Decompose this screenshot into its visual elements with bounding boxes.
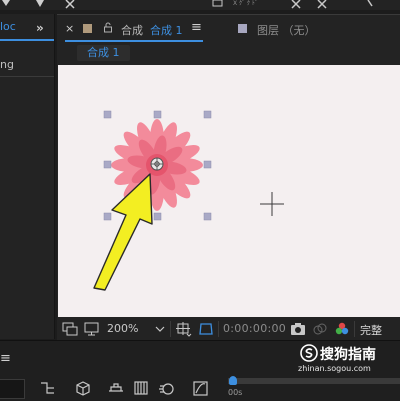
composition-tab-name[interactable]: 合成 1: [150, 22, 183, 38]
handle-middle-left: [103, 160, 112, 169]
toolbar-icons: X ｸﾞ ｸ ﾄﾞ: [2, 0, 373, 9]
shy-layer-icon[interactable]: [109, 383, 123, 392]
frame-blending-icon[interactable]: [134, 381, 148, 395]
color-channel-icon[interactable]: [333, 321, 351, 337]
top-toolbar: X ｸﾞ ｸ ﾄﾞ: [0, 0, 400, 10]
close-icon[interactable]: [291, 0, 301, 9]
always-preview-icon[interactable]: [61, 321, 79, 337]
panel-divider: [0, 76, 54, 77]
project-tab-underline: [0, 39, 54, 41]
footer-divider: [354, 321, 355, 337]
3d-cube-icon[interactable]: [76, 381, 90, 396]
composition-tab-bar: × 合成 合成 1 ≡ 图层 （无）: [57, 15, 400, 43]
double-chevron-right-icon[interactable]: »: [36, 20, 52, 36]
composition-panel: × 合成 合成 1 ≡ 图层 （无） 合成 1 200% 0:00:00:00 …: [57, 14, 400, 340]
camera-icon[interactable]: [289, 321, 307, 337]
close-tab-icon[interactable]: ×: [65, 22, 74, 35]
footer-divider: [170, 321, 171, 337]
panel-menu-icon[interactable]: ≡: [191, 20, 202, 35]
project-panel: loc » ng: [0, 14, 55, 339]
composition-color-swatch: [83, 24, 92, 33]
current-time-display[interactable]: 0:00:00:00: [223, 322, 286, 335]
project-item-label[interactable]: ng: [0, 58, 14, 71]
handle-top-left: [103, 110, 112, 119]
checkbox-icon[interactable]: [212, 0, 223, 7]
breadcrumb-comp-1[interactable]: 合成 1: [77, 45, 130, 61]
monitor-icon[interactable]: [83, 321, 101, 337]
viewer-canvas: [93, 110, 284, 291]
time-ruler[interactable]: [228, 378, 400, 384]
crosshair-icon: [260, 192, 284, 216]
lock-icon[interactable]: [103, 22, 113, 33]
composition-viewer[interactable]: [58, 65, 400, 317]
layer-tab[interactable]: 图层 （无）: [257, 22, 316, 38]
sogou-logo-icon: [300, 344, 318, 362]
graph-editor-icon[interactable]: [193, 381, 208, 396]
handle-top-center: [153, 110, 162, 119]
handle-bottom-center: [153, 212, 162, 221]
ruler-start-label: 00s: [228, 388, 243, 397]
yellow-arrow-annotation: [93, 173, 153, 291]
footer-divider: [218, 321, 219, 337]
composition-tab-prefix: 合成: [121, 24, 143, 37]
motion-blur-icon[interactable]: [159, 383, 174, 395]
edge-icon: [367, 0, 373, 7]
parent-link-icon[interactable]: [41, 382, 54, 394]
active-tab-underline: [65, 40, 203, 42]
handle-top-right: [203, 110, 212, 119]
timeline-search-input[interactable]: [0, 379, 25, 399]
close-icon-2[interactable]: [317, 0, 327, 9]
truncated-toolbar-label: X ｸﾞ ｸ ﾄﾞ: [233, 0, 258, 7]
timeline-switch-icons: [41, 381, 208, 396]
anchor-point-icon[interactable]: [150, 157, 164, 171]
zoom-select[interactable]: 200%: [107, 322, 138, 335]
breadcrumb: 合成 1: [57, 43, 400, 65]
handle-middle-right: [203, 160, 212, 169]
current-time-indicator[interactable]: [229, 376, 237, 385]
mask-visibility-icon[interactable]: [197, 321, 215, 337]
viewer-footer: 200% 0:00:00:00 完整: [57, 318, 400, 340]
show-snapshot-icon[interactable]: [311, 321, 329, 337]
watermark-url: zhinan.sogou.com: [298, 364, 371, 373]
resolution-select[interactable]: 完整: [360, 322, 382, 338]
watermark-brand: 搜狗指南: [320, 347, 376, 363]
layer-color-swatch: [238, 24, 247, 33]
brush-tool-icon[interactable]: [36, 0, 44, 7]
handle-bottom-left: [103, 212, 112, 221]
project-panel-tab[interactable]: loc: [0, 20, 16, 33]
timeline-menu-icon[interactable]: ≡: [0, 351, 11, 366]
pen-tool-icon[interactable]: [2, 0, 10, 6]
puppet-tool-icon[interactable]: [65, 0, 75, 9]
chevron-down-icon[interactable]: [154, 321, 166, 337]
grid-guide-icon[interactable]: [175, 321, 193, 337]
handle-bottom-right: [203, 212, 212, 221]
